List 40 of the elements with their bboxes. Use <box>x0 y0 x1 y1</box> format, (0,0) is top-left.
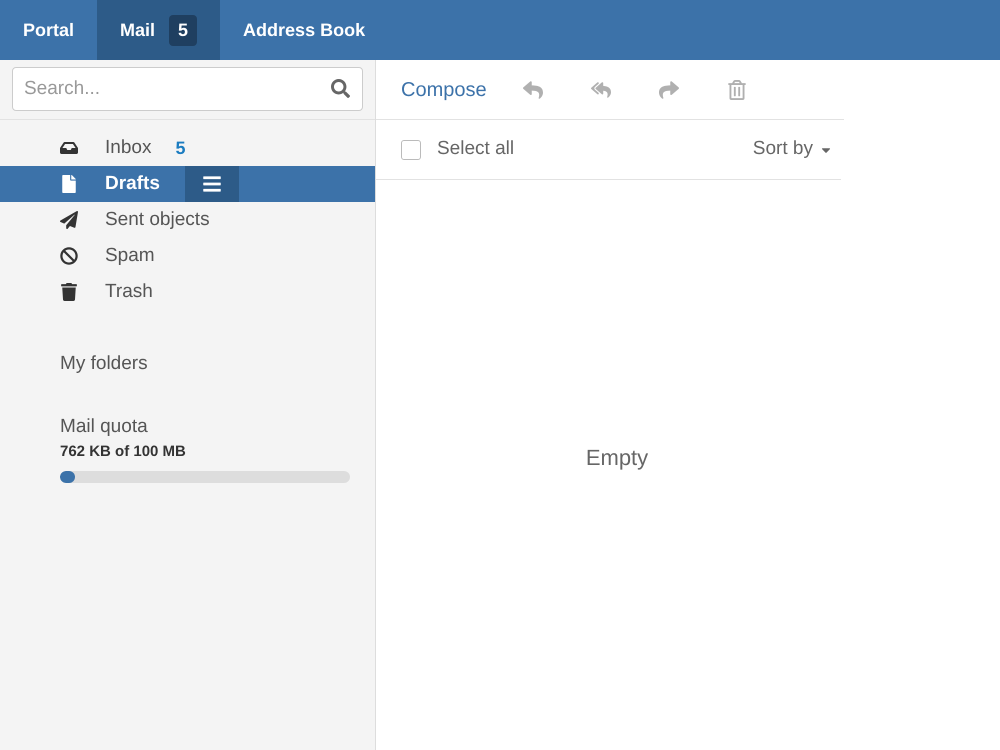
document-icon <box>60 175 78 193</box>
ban-icon <box>60 247 78 265</box>
folder-item[interactable]: Trash <box>0 274 375 310</box>
folder-item[interactable]: Sent objects <box>0 202 375 238</box>
nav-tab[interactable]: Mail 5 <box>97 0 220 60</box>
tab-label: Address Book <box>243 18 366 42</box>
empty-message: Empty <box>586 444 648 472</box>
inbox-icon <box>60 139 78 157</box>
nav-tab[interactable]: Portal <box>0 0 98 60</box>
search-field[interactable]: Search... <box>12 67 363 111</box>
compose-button[interactable]: Compose <box>401 74 487 104</box>
folder-item[interactable]: Spam <box>0 238 375 274</box>
search-icon[interactable] <box>331 79 350 98</box>
folder-label: Sent objects <box>105 208 210 232</box>
folder-menu-button[interactable] <box>184 166 239 202</box>
unread-count-badge: 5 <box>169 14 198 46</box>
unread-count: 5 <box>175 136 186 160</box>
select-all-label: Select all <box>437 137 514 162</box>
folder-label: Trash <box>105 280 153 304</box>
paper-plane-icon <box>60 211 78 229</box>
menu-icon <box>202 174 222 194</box>
sort-dropdown[interactable]: Sort by <box>752 135 833 164</box>
folder-label: Spam <box>105 244 155 268</box>
folder-label: Drafts <box>105 172 160 196</box>
tab-label: Portal <box>23 18 74 42</box>
quota-label: Mail quota <box>60 414 148 438</box>
sort-label: Sort by <box>752 137 813 162</box>
reply-icon <box>522 80 543 100</box>
forward-icon <box>658 80 679 100</box>
nav-tab[interactable]: Address Book <box>220 0 388 60</box>
quota-reading: 762 KB of 100 MB <box>60 442 186 462</box>
tab-label: Mail <box>120 18 156 42</box>
trash-icon <box>726 80 747 100</box>
my-folders-heading: My folders <box>60 352 148 376</box>
trash-icon <box>60 283 78 301</box>
folder-item[interactable]: Inbox 5 <box>0 130 375 166</box>
folder-item[interactable]: Drafts <box>0 166 375 202</box>
checkbox[interactable] <box>401 140 421 160</box>
reply-all-icon <box>590 80 611 100</box>
folder-label: Inbox <box>105 136 152 160</box>
